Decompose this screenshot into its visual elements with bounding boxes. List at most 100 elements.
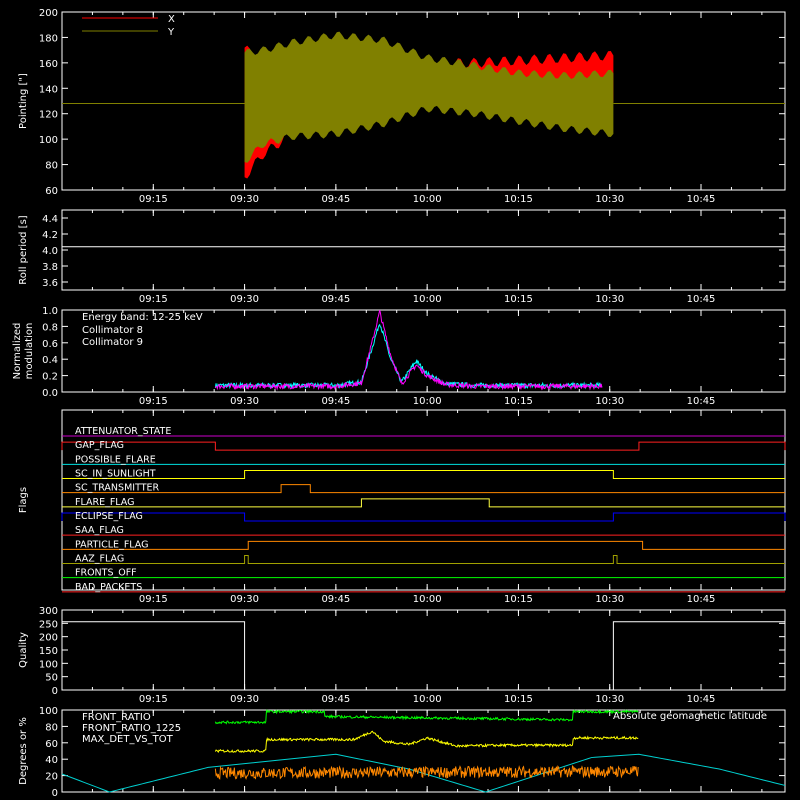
- flag-line-aaz-flag: [62, 555, 785, 564]
- y-tick-label: 0.8: [42, 322, 58, 333]
- y-tick-label: 300: [39, 606, 58, 617]
- x-tick-label: 10:30: [595, 396, 624, 407]
- y-tick-label: 50: [45, 673, 58, 684]
- legend-label: Collimator 8: [82, 325, 143, 336]
- flag-label: SAA_FLAG: [75, 525, 124, 536]
- y-axis-label: Normalized: [12, 323, 23, 380]
- y-tick-label: 60: [45, 186, 58, 197]
- x-tick-label: 09:30: [230, 294, 259, 305]
- x-tick-label: 09:45: [321, 396, 350, 407]
- flag-label: SC_TRANSMITTER: [75, 483, 160, 494]
- y-tick-label: 160: [39, 59, 58, 70]
- x-tick-label: 10:45: [687, 694, 716, 705]
- legend-label: FRONT_RATIO: [82, 712, 151, 723]
- y-tick-label: 4.2: [42, 230, 58, 241]
- x-tick-label: 09:45: [321, 194, 350, 205]
- y-tick-label: 180: [39, 33, 58, 44]
- y-tick-label: 4.4: [42, 214, 58, 225]
- x-tick-label: 10:45: [687, 594, 716, 605]
- x-tick-label: 09:45: [321, 594, 350, 605]
- flag-label: ATTENUATOR_STATE: [75, 426, 171, 437]
- flag-line-gap-flag: [61, 441, 786, 451]
- x-tick-label: 10:15: [504, 694, 533, 705]
- y-tick-label: 60: [45, 739, 58, 750]
- x-tick-label: 10:45: [687, 294, 716, 305]
- y-axis-label: Roll period [s]: [18, 215, 29, 284]
- x-tick-label: 09:30: [230, 194, 259, 205]
- y-tick-label: 80: [45, 722, 58, 733]
- y-tick-label: 4.0: [42, 246, 58, 257]
- flag-line-particle-flag: [62, 540, 785, 550]
- flag-label: AAZ_FLAG: [75, 554, 124, 565]
- flag-line-eclipse-flag: [61, 512, 786, 522]
- x-tick-label: 10:45: [687, 194, 716, 205]
- flag-line-flare-flag: [62, 498, 785, 508]
- flag-line-sc-in-sunlight: [62, 470, 785, 479]
- panel-frame: [61, 209, 786, 291]
- flag-label: FRONTS_OFF: [75, 568, 137, 579]
- y-tick-label: 80: [45, 161, 58, 172]
- legend-label: Y: [167, 27, 175, 38]
- y-tick-label: 100: [39, 135, 58, 146]
- x-tick-label: 10:15: [504, 396, 533, 407]
- y-tick-label: 200: [39, 8, 58, 19]
- pointing-series-y: [244, 31, 614, 163]
- ratio-series-front-ratio: [214, 730, 639, 754]
- modulation-series-9: [214, 309, 603, 391]
- chart-canvas: 09:15 09:30 09:45 10:00 10:15 10:30 10:45 60 80 1…: [12, 8, 786, 799]
- x-tick-label: 09:30: [230, 396, 259, 407]
- y-tick-label: 3.8: [42, 262, 58, 273]
- x-tick-label: 10:15: [504, 294, 533, 305]
- legend-label: MAX_DET_VS_TOT: [82, 734, 174, 745]
- y-tick-label: 0: [52, 686, 58, 697]
- x-tick-label: 10:15: [504, 594, 533, 605]
- flag-label: ECLIPSE_FLAG: [75, 511, 143, 522]
- y-tick-label: 250: [39, 619, 58, 630]
- y-tick-label: 0.0: [42, 388, 58, 399]
- x-tick-label: 10:15: [504, 194, 533, 205]
- x-tick-label: 10:00: [413, 694, 442, 705]
- quality-line: [62, 621, 785, 691]
- y-tick-label: 120: [39, 110, 58, 121]
- x-tick-label: 09:45: [321, 294, 350, 305]
- x-tick-label: 09:30: [230, 694, 259, 705]
- x-tick-label: 10:00: [413, 194, 442, 205]
- y-tick-label: 0: [52, 788, 58, 799]
- y-tick-label: 1.0: [42, 306, 58, 317]
- legend-label: FRONT_RATIO_1225: [82, 723, 181, 734]
- y-tick-label: 40: [45, 755, 58, 766]
- y-axis-label: Pointing ["]: [18, 73, 29, 129]
- flag-label: PARTICLE_FLAG: [75, 539, 148, 550]
- x-tick-label: 10:45: [687, 396, 716, 407]
- y-axis-label: Quality: [18, 632, 29, 668]
- x-tick-label: 10:00: [413, 396, 442, 407]
- x-tick-label: 09:15: [139, 694, 168, 705]
- y-tick-label: 150: [39, 646, 58, 657]
- flag-line-sc-transmitter: [62, 484, 785, 494]
- ratio-series-max-det-vs-tot: [214, 765, 639, 780]
- flag-label: BAD_PACKETS: [75, 582, 142, 593]
- y-tick-label: 100: [39, 659, 58, 670]
- x-tick-label: 10:30: [595, 694, 624, 705]
- x-tick-label: 10:00: [413, 594, 442, 605]
- y-axis-label: Degrees or %: [18, 717, 29, 785]
- modulation-series-8: [214, 323, 603, 390]
- x-tick-label: 10:30: [595, 294, 624, 305]
- x-tick-label: 10:30: [595, 594, 624, 605]
- legend-label: Collimator 9: [82, 337, 143, 348]
- x-tick-label: 09:15: [139, 396, 168, 407]
- flag-label: GAP_FLAG: [75, 440, 124, 451]
- y-tick-label: 200: [39, 633, 58, 644]
- y-axis-label: modulation: [24, 323, 35, 380]
- x-tick-label: 10:00: [413, 294, 442, 305]
- y-tick-label: 100: [39, 706, 58, 717]
- x-tick-label: 09:30: [230, 594, 259, 605]
- x-tick-label: 10:30: [595, 194, 624, 205]
- x-tick-label: 09:15: [139, 194, 168, 205]
- x-tick-label: 09:15: [139, 294, 168, 305]
- legend-title: Energy band: 12-25 keV: [82, 312, 203, 323]
- legend-label: Absolute geomagnetic latitude: [613, 711, 767, 722]
- y-tick-label: 140: [39, 84, 58, 95]
- x-tick-label: 09:15: [139, 594, 168, 605]
- y-tick-label: 20: [45, 772, 58, 783]
